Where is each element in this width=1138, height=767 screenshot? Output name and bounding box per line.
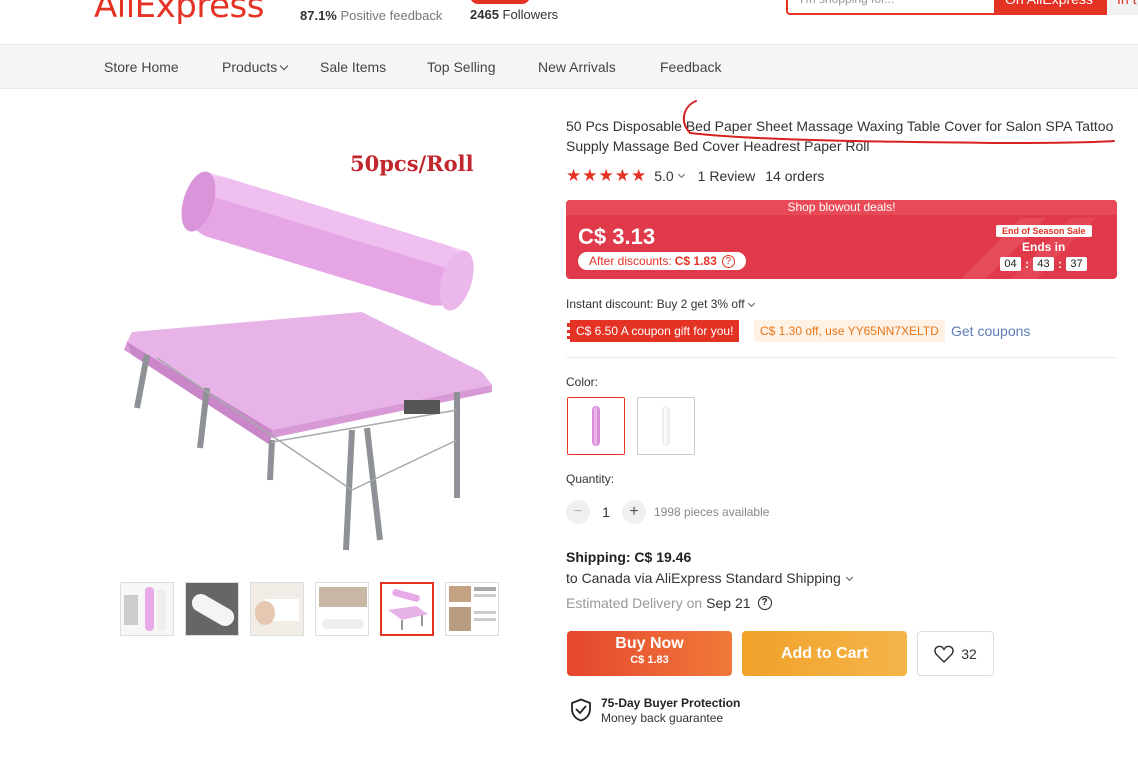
- image-caption: 50pcs/Roll: [350, 151, 474, 176]
- estimated-delivery: Estimated Delivery on Sep 21 ?: [566, 595, 772, 611]
- quantity-increase-button[interactable]: +: [622, 500, 646, 524]
- nav-products-label: Products: [222, 59, 278, 75]
- after-discounts-pill[interactable]: After discounts: C$ 1.83 ?: [578, 252, 746, 270]
- get-coupons-link[interactable]: Get coupons: [951, 323, 1030, 339]
- thumbnail-5-selected[interactable]: [380, 582, 434, 636]
- quantity-value[interactable]: 1: [590, 504, 622, 520]
- buy-now-price: C$ 1.83: [630, 654, 669, 666]
- buyer-protection-subtitle: Money back guarantee: [601, 711, 724, 725]
- thumbnail-4[interactable]: [315, 582, 369, 636]
- search-aliexpress-button[interactable]: On AliExpress: [995, 0, 1107, 15]
- quantity-stepper: − 1 + 1998 pieces available: [566, 500, 769, 524]
- wishlist-button[interactable]: 32: [917, 631, 994, 676]
- reviews-link[interactable]: 1 Review: [698, 168, 756, 184]
- current-price: C$ 3.13: [578, 224, 656, 249]
- product-title-part2: Bed Paper Sheet Massage Waxing Table Cov…: [685, 118, 1106, 134]
- buyer-protection: 75-Day Buyer Protection Money back guara…: [570, 696, 740, 725]
- nav-top-selling[interactable]: Top Selling: [427, 59, 496, 75]
- follow-button[interactable]: [470, 0, 530, 4]
- product-title: 50 Pcs Disposable Bed Paper Sheet Massag…: [566, 117, 1121, 156]
- rating-value[interactable]: 5.0: [654, 168, 673, 184]
- help-icon[interactable]: ?: [757, 596, 772, 610]
- nav-sale-items[interactable]: Sale Items: [320, 59, 386, 75]
- positive-feedback-value: 87.1%: [300, 8, 337, 23]
- wishlist-count: 32: [961, 645, 977, 662]
- store-header: AliExpress 87.1% Positive feedback 2465 …: [0, 0, 1138, 45]
- shipping-method[interactable]: to Canada via AliExpress Standard Shippi…: [566, 570, 853, 586]
- search-store-button[interactable]: In t: [1107, 0, 1138, 15]
- estimated-delivery-label: Estimated Delivery on: [566, 595, 703, 611]
- quantity-label: Quantity:: [566, 472, 615, 486]
- buy-now-button[interactable]: Buy Now C$ 1.83: [567, 631, 732, 676]
- chevron-down-icon: [747, 299, 755, 308]
- color-option-pink[interactable]: [567, 397, 625, 455]
- timer-hours: 04: [1000, 257, 1021, 271]
- shield-check-icon: [571, 698, 591, 722]
- positive-feedback: 87.1% Positive feedback: [300, 8, 442, 23]
- thumbnail-2[interactable]: [185, 582, 239, 636]
- deal-box: Shop blowout deals! C$ 3.13 After discou…: [566, 200, 1117, 279]
- pieces-available: 1998 pieces available: [654, 505, 770, 519]
- search-input[interactable]: I'm shopping for...: [786, 0, 996, 15]
- shipping-method-label: to Canada via AliExpress Standard Shippi…: [566, 570, 841, 586]
- ends-in-label: Ends in: [1022, 240, 1066, 254]
- shipping-cost: Shipping: C$ 19.46: [566, 549, 692, 565]
- estimated-delivery-date: Sep 21: [706, 595, 751, 611]
- chevron-down-icon: [845, 573, 853, 582]
- nav-store-home[interactable]: Store Home: [104, 59, 179, 75]
- countdown-timer: 04 : 43 : 37: [1000, 257, 1087, 271]
- buy-now-label: Buy Now: [615, 635, 684, 652]
- thumbnail-3[interactable]: [250, 582, 304, 636]
- aliexpress-logo[interactable]: AliExpress: [94, 0, 264, 26]
- coupon-code-badge[interactable]: C$ 1.30 off, use YY65NN7XELTD: [754, 320, 945, 342]
- thumbnail-1[interactable]: [120, 582, 174, 636]
- instant-discount[interactable]: Instant discount: Buy 2 get 3% off: [566, 297, 755, 311]
- add-to-cart-button[interactable]: Add to Cart: [742, 631, 907, 676]
- instant-discount-label: Instant discount: Buy 2 get 3% off: [566, 297, 745, 311]
- rating-stars: ★★★★★: [566, 166, 648, 185]
- color-label: Color:: [566, 375, 599, 389]
- thumbnail-6[interactable]: [445, 582, 499, 636]
- divider: [566, 357, 1117, 358]
- rating-row: ★★★★★ 5.0 1 Review 14 orders: [566, 166, 824, 186]
- buyer-protection-text: 75-Day Buyer Protection Money back guara…: [601, 696, 740, 725]
- sale-tag: End of Season Sale: [996, 225, 1092, 237]
- followers-value: 2465: [470, 7, 499, 22]
- timer-seconds: 37: [1066, 257, 1087, 271]
- nav-feedback[interactable]: Feedback: [660, 59, 721, 75]
- chevron-down-icon: [677, 170, 685, 178]
- quantity-decrease-button[interactable]: −: [566, 500, 590, 524]
- chevron-down-icon: [280, 61, 289, 71]
- coupon-gift-badge[interactable]: C$ 6.50 A coupon gift for you!: [567, 320, 740, 342]
- product-main-image[interactable]: 50pcs/Roll: [112, 110, 512, 560]
- store-nav: Store Home Products Sale Items Top Selli…: [0, 45, 1138, 89]
- help-icon[interactable]: ?: [721, 254, 735, 268]
- nav-new-arrivals[interactable]: New Arrivals: [538, 59, 616, 75]
- color-option-white[interactable]: [637, 397, 695, 455]
- timer-minutes: 43: [1033, 257, 1054, 271]
- followers-label: Followers: [502, 7, 559, 22]
- positive-feedback-label: Positive feedback: [340, 8, 443, 23]
- buyer-protection-title: 75-Day Buyer Protection: [601, 696, 741, 710]
- product-title-part1: 50 Pcs Disposable: [566, 118, 686, 134]
- after-discounts-value: C$ 1.83: [674, 254, 717, 268]
- nav-products[interactable]: Products: [222, 59, 289, 75]
- followers-count: 2465 Followers: [470, 7, 558, 22]
- orders-count: 14 orders: [765, 168, 825, 184]
- heart-icon: [934, 645, 954, 663]
- after-discounts-label: After discounts:: [589, 254, 672, 268]
